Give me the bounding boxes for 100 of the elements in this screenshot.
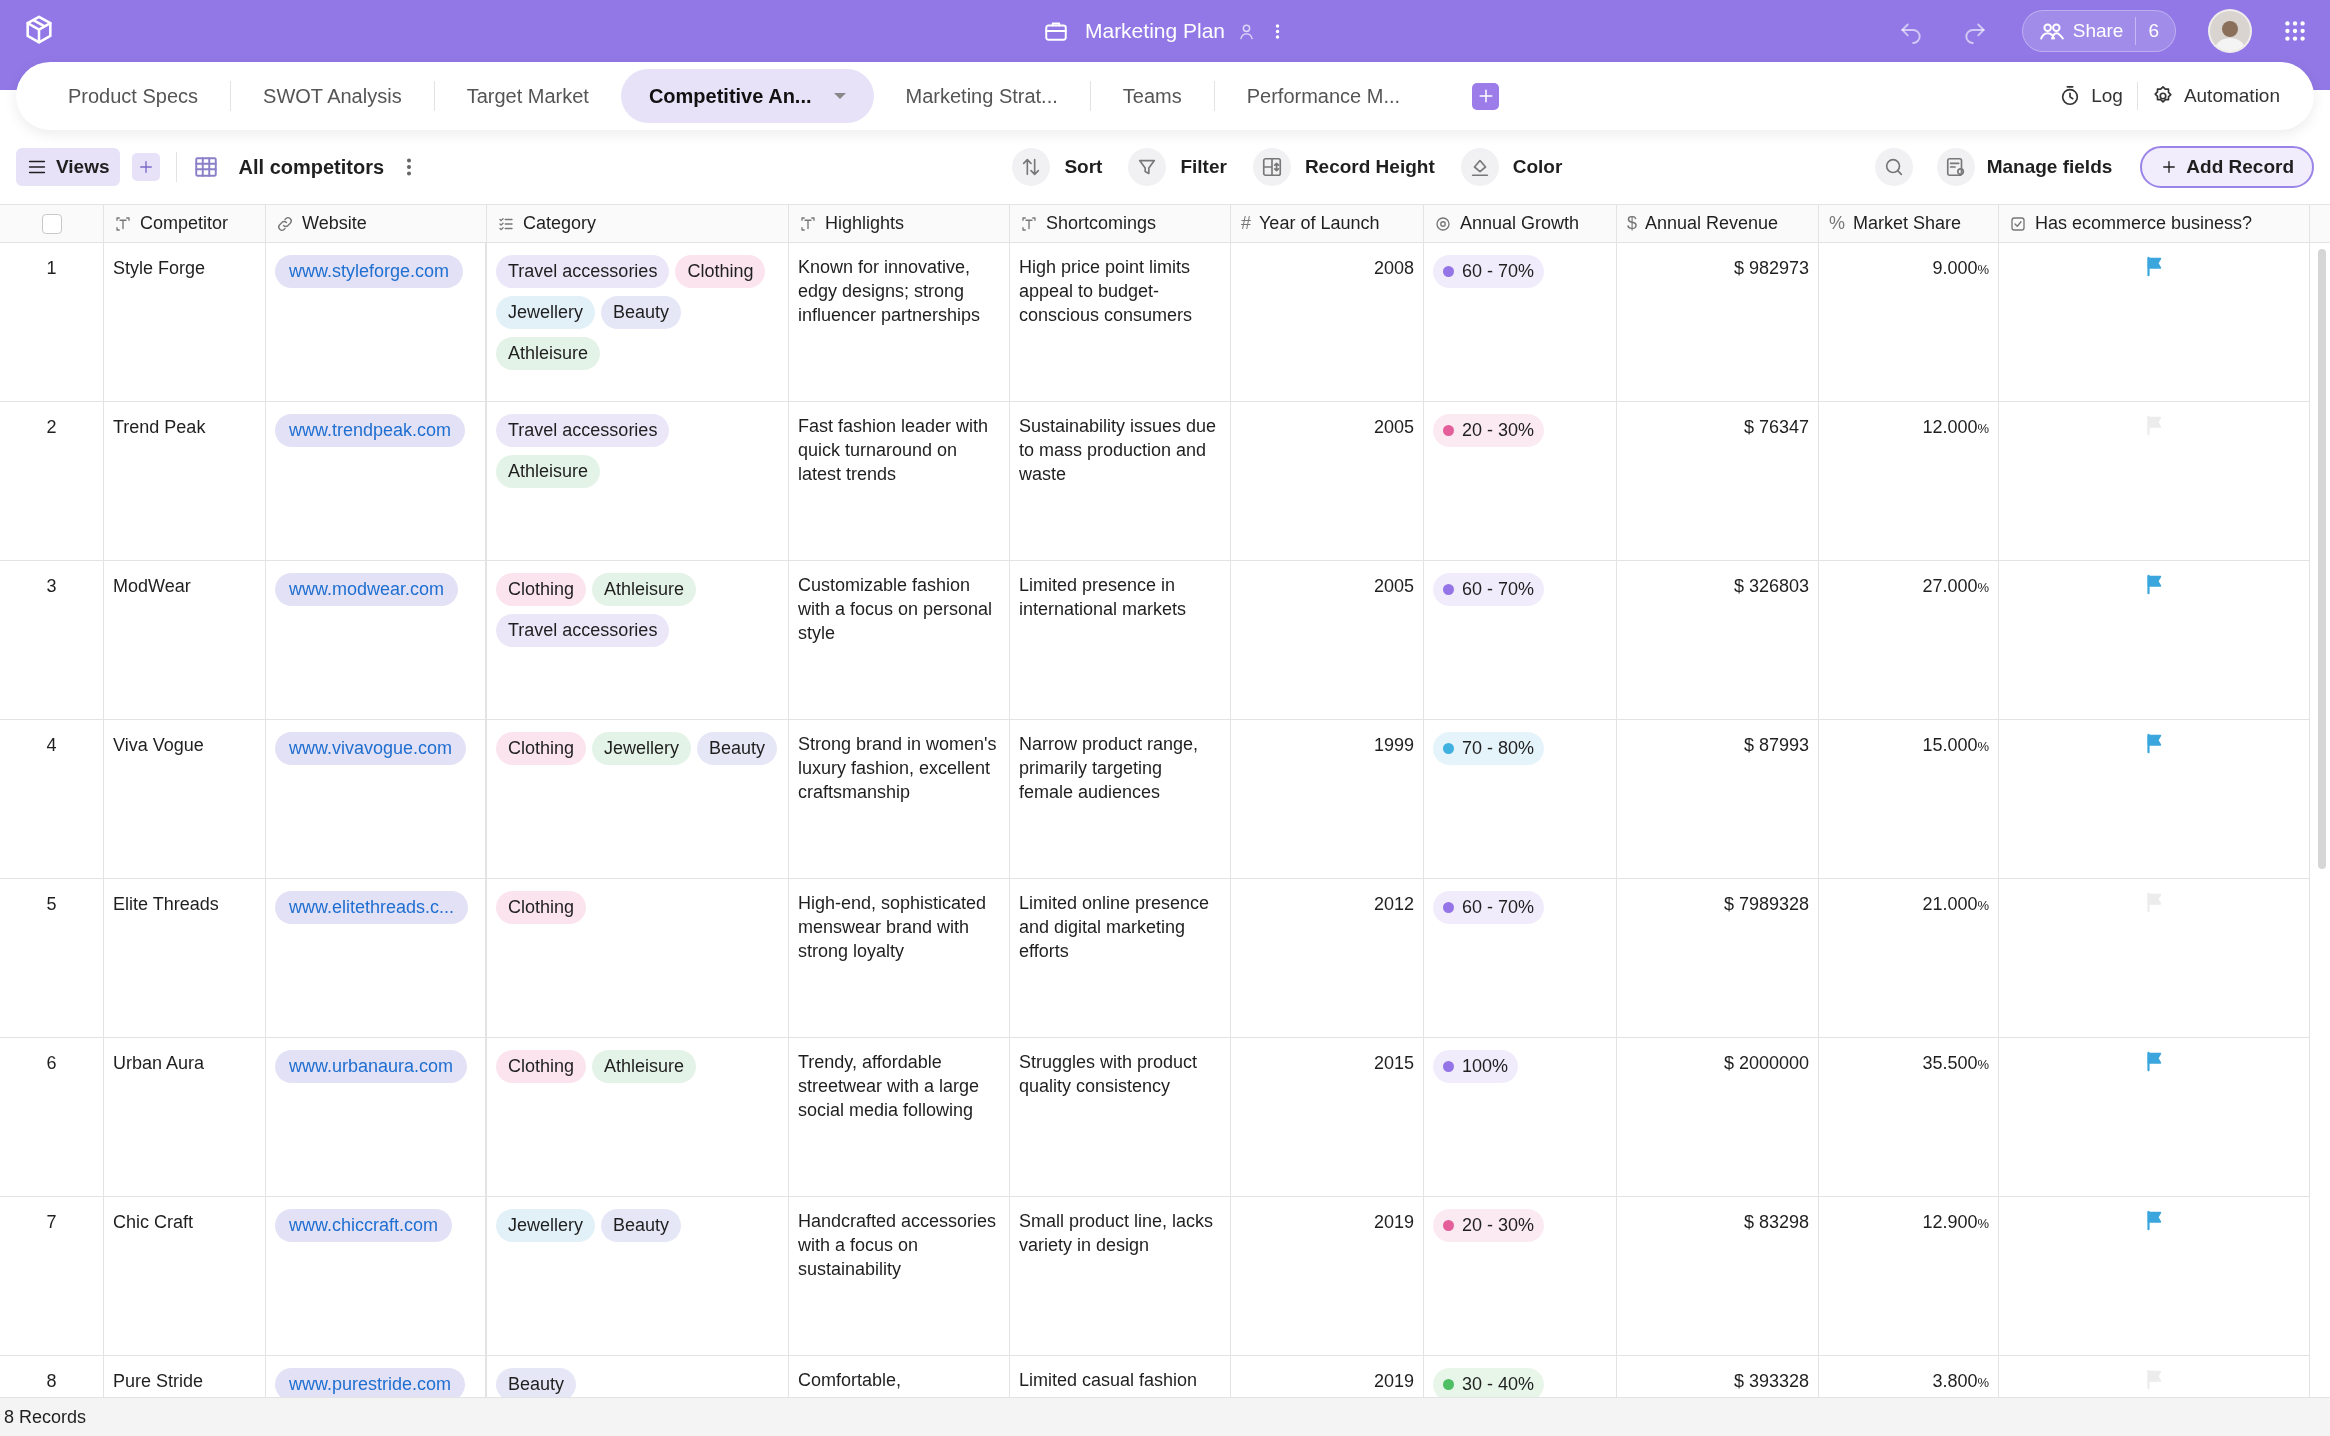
table-cell: Limited casual fashion [1019,1370,1198,1390]
column-header[interactable]: Annual Growth [1424,205,1617,242]
column-header[interactable]: % Market Share [1819,205,1999,242]
column-header[interactable]: Website [266,205,487,242]
add-record-button[interactable]: Add Record [2140,146,2314,188]
apps-icon[interactable] [2282,18,2308,44]
website-link[interactable]: www.urbanaura.com [275,1050,468,1083]
website-link[interactable]: www.styleforge.com [275,255,464,288]
avatar[interactable] [2208,9,2252,53]
category-tag: Beauty [496,1368,577,1397]
website-link[interactable]: www.trendpeak.com [275,414,466,447]
grid-icon [192,154,219,180]
table-cell: $ 83298 [1743,1212,1809,1232]
column-label: Competitor [140,212,229,235]
table-cell: Struggles with product quality consistency [1019,1052,1198,1096]
column-header[interactable]: Highlights [789,205,1010,242]
select-all-checkbox[interactable] [41,213,62,234]
growth-tag: 100% [1433,1050,1519,1083]
height-button[interactable]: Record Height [1252,148,1435,186]
column-label: Shortcomings [1046,212,1157,235]
column-header[interactable]: Competitor [104,205,266,242]
text-field-icon [1020,214,1038,233]
tab[interactable]: Competitive An... [620,69,874,123]
tab[interactable]: Product Specs [36,69,231,123]
category-tag: Athleisure [496,337,601,370]
website-link[interactable]: www.modwear.com [275,573,459,606]
table-cell: $ 76347 [1743,417,1809,437]
website-link[interactable]: www.elitethreads.c... [275,891,469,924]
table-cell: 15.000% [1922,735,1989,755]
column-header[interactable]: Has ecommerce business? [1999,205,2310,242]
category-tag: Jewellery [592,732,692,765]
tab[interactable]: Target Market [434,69,621,123]
table-cell: $ 87993 [1743,735,1809,755]
filter-button[interactable]: Filter [1128,148,1227,186]
fields-icon [1944,156,1967,178]
row-height-icon [1260,156,1283,178]
link-icon [276,214,294,233]
column-label: Annual Growth [1460,212,1580,235]
add-tab-button[interactable] [1472,82,1500,110]
table-cell: 1999 [1373,735,1414,755]
add-view-button[interactable] [131,153,160,181]
table-cell: $ 982973 [1733,258,1809,278]
tab[interactable]: Marketing Strat... [873,69,1090,123]
color-button[interactable]: Color [1460,148,1563,186]
table-cell: Strong brand in women's luxury fashion, excellent craftsmanship [798,734,997,802]
category-tag: Clothing [496,891,587,924]
table-cell: $ 393328 [1733,1371,1809,1391]
category-tag: Travel accessories [496,414,670,447]
table-cell: 12.000% [1922,417,1989,437]
table-cell: 9.000% [1932,258,1989,278]
table-cell: $ 326803 [1733,576,1809,596]
table-cell: Urban Aura [113,1053,205,1073]
table-cell: Comfortable, [798,1370,902,1390]
category-tag: Beauty [697,732,778,765]
growth-tag: 60 - 70% [1433,573,1545,606]
table-cell: $ 2000000 [1723,1053,1809,1073]
table-cell: Viva Vogue [113,735,204,755]
column-label: Highlights [825,212,905,235]
column-header[interactable]: Category [487,205,789,242]
views-button[interactable]: Views [16,148,120,186]
table-cell: 35.500% [1922,1053,1989,1073]
table-cell: Sustainability issues due to mass production and waste [1019,416,1217,484]
category-tag: Beauty [601,1209,682,1242]
column-header[interactable]: # Year of Launch [1231,205,1424,242]
website-link[interactable]: www.vivavogue.com [275,732,467,765]
tab[interactable]: Performance M... [1214,69,1433,123]
share-count: 6 [2135,16,2159,46]
column-label: Market Share [1853,212,1962,235]
search-button[interactable] [1874,148,1913,186]
growth-tag: 60 - 70% [1433,255,1545,288]
table-cell: $ 7989328 [1723,894,1809,914]
sort-button[interactable]: Sort [1012,148,1103,186]
column-label: Category [523,212,597,235]
table-cell: 2005 [1373,417,1414,437]
website-link[interactable]: www.purestride.com [275,1368,466,1397]
checkbox-icon [2009,214,2027,233]
manage-fields-button[interactable]: Manage fields [1936,148,2113,186]
scrollbar[interactable] [2318,249,2326,869]
row-number: 6 [46,1053,57,1073]
row-number: 2 [46,417,57,437]
website-link[interactable]: www.chiccraft.com [275,1209,453,1242]
column-label: Website [302,212,367,235]
column-header[interactable]: $ Annual Revenue [1617,205,1819,242]
log-button[interactable]: Log [2045,74,2137,118]
category-tag: Clothing [496,732,587,765]
table-cell: Fast fashion leader with quick turnaround on latest trends [798,416,989,484]
automation-button[interactable]: Automation [2137,74,2294,118]
radio-icon [1434,214,1452,233]
tab[interactable]: Teams [1090,69,1214,123]
column-header[interactable]: Shortcomings [1010,205,1231,242]
column-label: Annual Revenue [1645,212,1779,235]
category-tag: Athleisure [592,573,697,606]
table-cell: ModWear [113,576,191,596]
view-name[interactable]: All competitors [238,152,385,182]
table-cell: 2005 [1373,576,1414,596]
table-cell: Narrow product range, primarily targeting female audiences [1019,734,1199,802]
table-cell: 2008 [1373,258,1414,278]
tab[interactable]: SWOT Analysis [231,69,434,123]
row-number: 3 [46,576,57,596]
table-cell: 21.000% [1922,894,1989,914]
